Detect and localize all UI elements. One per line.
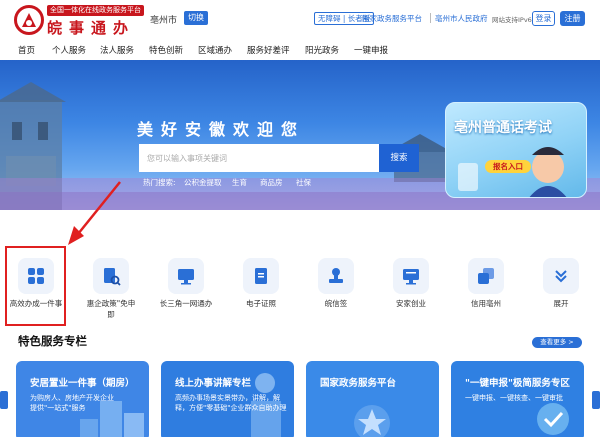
card-description: 一键申报、一键核查、一键审批: [465, 394, 563, 402]
service-efficient-one-thing-button[interactable]: [18, 258, 54, 294]
service-enterprise-policy-button[interactable]: [93, 258, 129, 294]
hot-search-social-security[interactable]: 社保: [296, 177, 311, 188]
card-description: 为购房人、房地产开发企业提供"一站式"服务: [30, 394, 114, 412]
nav-special-innovation[interactable]: 特色创新: [149, 44, 183, 56]
card-national-platform[interactable]: 国家政务服务平台: [306, 361, 439, 437]
card-title: 国家政务服务平台: [320, 378, 397, 389]
grid-icon: [28, 268, 44, 284]
service-yangtze-delta-button[interactable]: [168, 258, 204, 294]
nav-personal-service[interactable]: 个人服务: [52, 44, 86, 56]
promo-signup-button[interactable]: 报名入口: [485, 160, 531, 173]
logo-icon[interactable]: [14, 5, 44, 35]
expand-services-button[interactable]: [543, 258, 579, 294]
main-nav: 首页 个人服务 法人服务 特色创新 区域通办 服务好差评 阳光政务 一键申报: [0, 40, 600, 60]
certificate-icon: [255, 268, 267, 284]
header-divider: [430, 13, 431, 23]
card-housing-one-thing[interactable]: 安居置业一件事（期房） 为购房人、房地产开发企业提供"一站式"服务: [16, 361, 149, 437]
monitor-icon: [178, 269, 194, 285]
carousel-prev-button[interactable]: [0, 391, 8, 409]
stamp-icon: [329, 268, 343, 283]
service-label: 安家创业: [396, 299, 426, 308]
hot-search-birth[interactable]: 生育: [232, 177, 247, 188]
national-platform-link[interactable]: 国家政务服务平台: [362, 13, 422, 24]
card-title: "一键申报"极简服务专区: [465, 378, 570, 389]
login-button[interactable]: 登录: [532, 11, 555, 26]
service-settle-startup-button[interactable]: [393, 258, 429, 294]
hot-search-housing[interactable]: 商品房: [260, 177, 283, 188]
service-wanxinqian-button[interactable]: [318, 258, 354, 294]
card-title: 安居置业一件事（期房）: [30, 378, 135, 389]
special-services-title: 特色服务专栏: [18, 334, 87, 348]
hot-search-label: 热门搜索:: [143, 178, 176, 187]
service-label: 信用亳州: [471, 299, 501, 308]
service-label: 电子证照: [246, 299, 276, 308]
service-label: 高效办成一件事: [9, 299, 63, 308]
service-label: 长三角一网通办: [159, 299, 213, 308]
promo-title: 亳州普通话考试: [454, 120, 552, 136]
desktop-icon: [403, 269, 419, 285]
chevron-down-icon: [555, 270, 567, 283]
service-label: 皖信签: [324, 299, 348, 308]
switch-city-button[interactable]: 切换: [184, 11, 208, 25]
service-label: 展开: [553, 299, 569, 308]
nav-sunshine-affairs[interactable]: 阳光政务: [305, 44, 339, 56]
service-credit-bozhou-button[interactable]: [468, 258, 504, 294]
card-online-guide[interactable]: 线上办事讲解专栏 高频办事场景实景带办，讲解，解释，方便"零基础"企业群众自助办…: [161, 361, 294, 437]
card-title: 线上办事讲解专栏: [175, 378, 252, 389]
document-search-icon: [104, 268, 121, 286]
current-city: 亳州市: [150, 16, 178, 26]
welcome-title: 美好安徽欢迎您: [137, 120, 306, 139]
carousel-next-button[interactable]: [592, 391, 600, 409]
platform-slogan: 全国一体化在线政务服务平台: [47, 5, 144, 16]
header: 全国一体化在线政务服务平台 皖事通办 亳州市 切换 无障碍 | 长者版 国家政务…: [0, 0, 600, 40]
nav-regional-service[interactable]: 区域通办: [198, 44, 232, 56]
card-description: 高频办事场景实景带办，讲解，解释，方便"零基础"企业群众自助办理: [175, 394, 287, 412]
hot-search-provident-fund[interactable]: 公积金提取: [184, 177, 222, 188]
nav-one-click-apply[interactable]: 一键申报: [354, 44, 388, 56]
bozhou-government-link[interactable]: 亳州市人民政府: [435, 13, 488, 24]
service-label: 惠企政策"免申即: [86, 299, 136, 319]
ipv6-support-label: 网站支持IPv6: [492, 16, 532, 24]
hero-banner: 美好安徽欢迎您 搜索 热门搜索: 公积金提取 生育 商品房 社保 亳州普通话考试…: [0, 60, 600, 210]
search-button[interactable]: 搜索: [379, 144, 419, 172]
nav-corporate-service[interactable]: 法人服务: [100, 44, 134, 56]
card-national-illustration: [354, 405, 390, 437]
layers-icon: [478, 268, 494, 284]
search-input[interactable]: [139, 144, 379, 172]
nav-home[interactable]: 首页: [18, 44, 35, 56]
view-more-button[interactable]: 查看更多 >: [532, 337, 582, 348]
card-one-click-zone[interactable]: "一键申报"极简服务专区 一键申报、一键核查、一键审批: [451, 361, 584, 437]
page: 全国一体化在线政务服务平台 皖事通办 亳州市 切换 无障碍 | 长者版 国家政务…: [0, 0, 600, 437]
mandarin-exam-promo[interactable]: 亳州普通话考试: [445, 102, 587, 198]
brand-title[interactable]: 皖事通办: [47, 17, 135, 38]
register-button[interactable]: 注册: [560, 11, 585, 26]
service-e-license-button[interactable]: [243, 258, 279, 294]
nav-service-evaluation[interactable]: 服务好差评: [247, 44, 290, 56]
